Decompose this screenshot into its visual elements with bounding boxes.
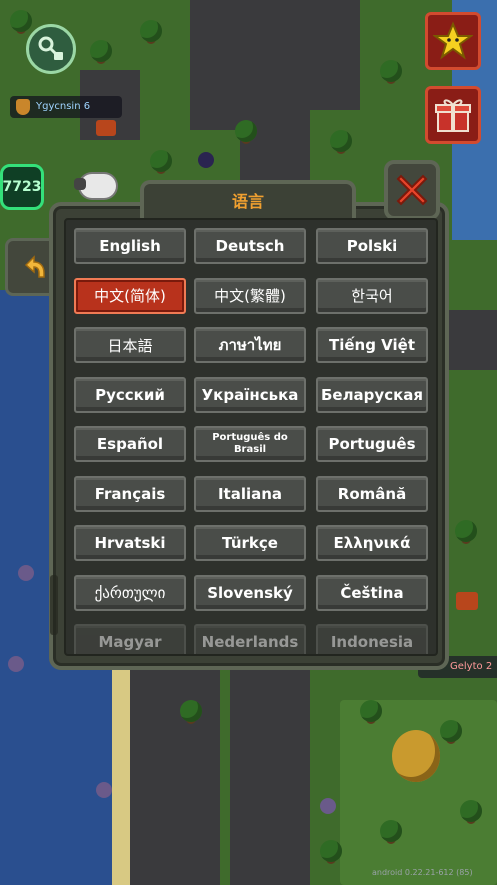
clan-crest-icon (16, 99, 30, 115)
language-button-slovensky[interactable]: Slovenský (194, 574, 306, 611)
other-player-level: 2 (485, 661, 493, 672)
tree (320, 840, 342, 862)
sheep (74, 174, 116, 198)
language-grid[interactable]: English Deutsch Polski 中文(简体) 中文(繁體) 한국어 日本語 ภา… (64, 218, 438, 656)
language-button-5[interactable]: 中文(繁體) (194, 277, 306, 314)
unit (8, 656, 24, 672)
language-button-italiana[interactable]: Italiana (194, 475, 306, 512)
star-button[interactable] (425, 12, 481, 70)
rock-ridge (445, 310, 497, 370)
star-icon (433, 21, 473, 60)
language-button-franc-ais[interactable]: Français (74, 475, 186, 512)
key-lock-icon (38, 36, 63, 60)
language-button-hrvatski[interactable]: Hrvatski (74, 525, 186, 561)
panel-title: 语言 (140, 180, 356, 218)
resource-counter[interactable]: 7723 (0, 164, 44, 210)
player-name: Ygycnsin (36, 101, 81, 112)
tree (380, 820, 402, 842)
language-button-portugue-s-do-brasil[interactable]: Português do Brasil (194, 426, 306, 462)
gift-button[interactable] (425, 86, 481, 144)
language-button-indonesia[interactable]: Indonesia (316, 624, 428, 654)
tree (380, 60, 402, 82)
tree (235, 120, 257, 142)
tree (440, 720, 462, 742)
language-button-polski[interactable]: Polski (316, 228, 428, 264)
language-button-nederlands[interactable]: Nederlands (194, 624, 306, 654)
other-player-name: Gelyto (450, 661, 483, 672)
back-arrow-icon (24, 255, 45, 278)
language-button-11[interactable]: Українська (194, 376, 306, 413)
tree (150, 150, 172, 172)
tree (460, 800, 482, 822)
tree (180, 700, 202, 722)
player-level: 6 (83, 101, 91, 112)
version-label: android 0.22.21-612 (85) (372, 868, 473, 877)
grass-area (340, 700, 497, 885)
language-button-tu-rkc-e[interactable]: Türkçe (194, 525, 306, 561)
tree (140, 20, 162, 42)
language-button-12[interactable]: Беларуская (316, 376, 428, 413)
tree (455, 520, 477, 542)
language-button-tie-ng-vie-t[interactable]: Tiếng Việt (316, 327, 428, 363)
campfire (456, 592, 478, 610)
close-button[interactable] (384, 160, 440, 220)
language-button-roma-na[interactable]: Română (316, 475, 428, 512)
unit (320, 798, 336, 814)
language-button-10[interactable]: Русский (74, 376, 186, 413)
language-button-6[interactable]: 한국어 (316, 277, 428, 314)
language-button-espan-ol[interactable]: Español (74, 426, 186, 462)
language-button-magyar[interactable]: Magyar (74, 624, 186, 654)
language-button-4[interactable]: 中文(简体) (74, 277, 186, 314)
scrollbar[interactable] (50, 575, 58, 635)
close-icon (396, 174, 428, 206)
rock-ridge (230, 670, 310, 885)
language-button-7[interactable]: 日本語 (74, 327, 186, 363)
unit (18, 565, 34, 581)
unit (198, 152, 214, 168)
unit (96, 782, 112, 798)
rock-ridge (130, 670, 220, 885)
tree (10, 10, 32, 32)
key-lock-button[interactable] (26, 24, 76, 74)
gift-icon (435, 99, 471, 132)
tree (90, 40, 112, 62)
language-button-22[interactable]: ქართული (74, 574, 186, 611)
player-name-tag: Ygycnsin 6 (10, 96, 122, 118)
language-button-english[interactable]: English (74, 228, 186, 264)
language-button-8[interactable]: ภาษาไทย (194, 327, 306, 363)
campfire (96, 120, 116, 136)
language-button-21[interactable]: Ελληνικά (316, 525, 428, 561)
language-button-c-es-tina[interactable]: Čeština (316, 574, 428, 611)
hot-air-balloon (392, 730, 440, 782)
tree (330, 130, 352, 152)
tree (360, 700, 382, 722)
language-button-deutsch[interactable]: Deutsch (194, 228, 306, 264)
language-button-portugue-s[interactable]: Português (316, 426, 428, 462)
rock-ridge (300, 0, 360, 110)
